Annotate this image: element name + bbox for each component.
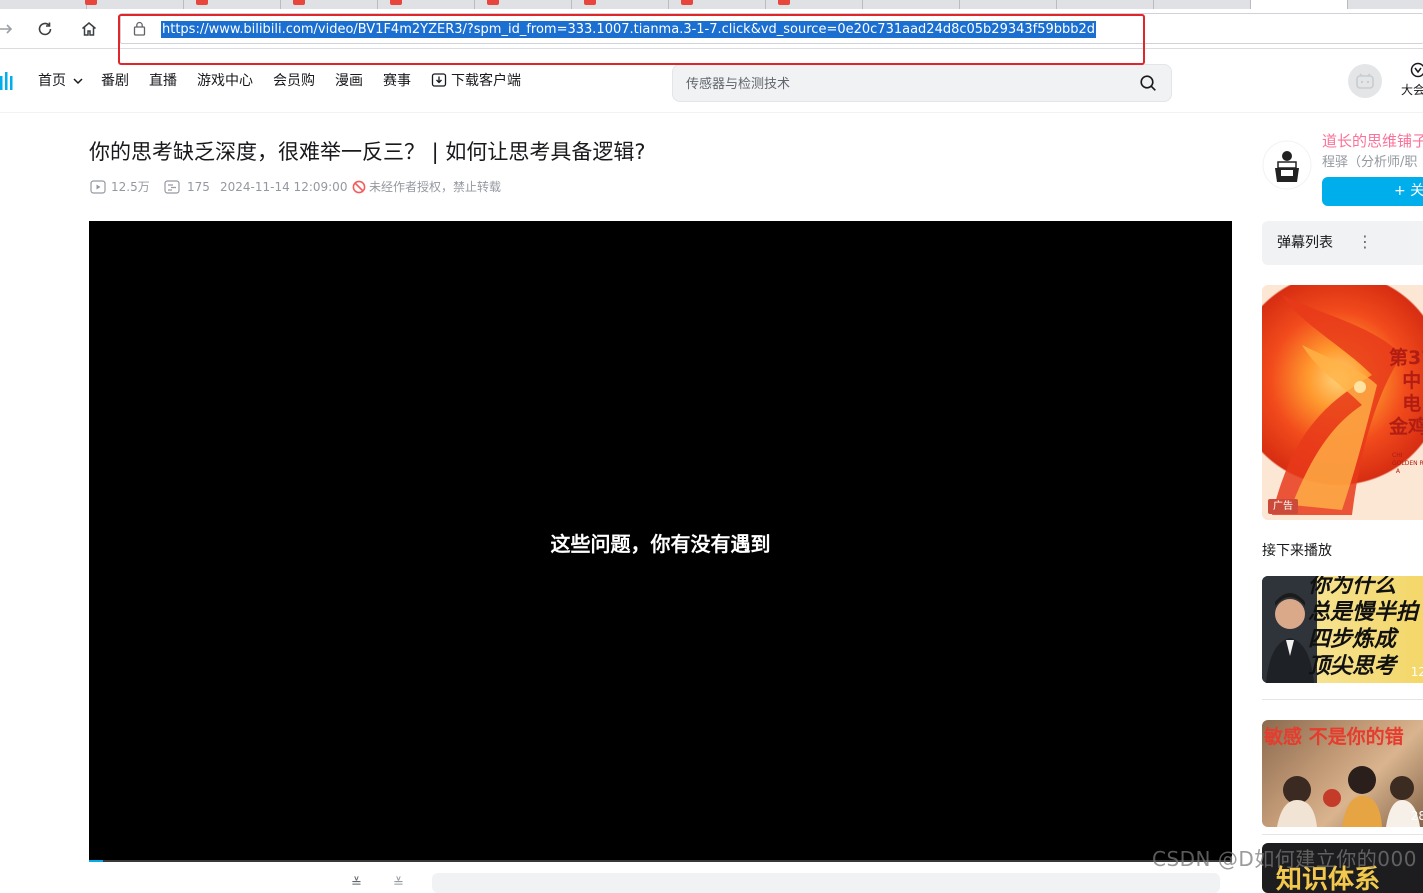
nav-item-member-shop[interactable]: 会员购 <box>273 72 315 90</box>
browser-tab[interactable] <box>1057 0 1154 9</box>
ad-badge: 广告 <box>1268 499 1298 514</box>
thumbnail-caption: 你为什么 总是慢半拍 四步炼成 顶尖思考 <box>1308 576 1418 680</box>
membership-label[interactable]: 大会 <box>1401 83 1423 97</box>
more-options-icon[interactable]: ⋮ <box>1357 233 1373 251</box>
browser-tab-active[interactable] <box>1251 0 1348 9</box>
video-duration: 12 <box>1411 665 1423 679</box>
reload-button[interactable] <box>33 17 57 41</box>
browser-tab[interactable] <box>281 0 378 9</box>
nav-item-anime[interactable]: 番剧 <box>101 72 129 90</box>
video-duration: 28 <box>1411 809 1423 823</box>
follow-button[interactable]: + 关 <box>1322 177 1423 206</box>
browser-toolbar: https://www.bilibili.com/video/BV1F4m2YZ… <box>0 9 1423 49</box>
membership-icon[interactable] <box>1410 62 1423 82</box>
browser-tab[interactable] <box>1154 0 1251 9</box>
home-icon <box>80 20 98 38</box>
copyright-notice: 未经作者授权，禁止转载 <box>352 179 501 195</box>
ad-subtext: CHI GOLDEN R A <box>1392 452 1423 476</box>
browser-tab-strip <box>0 0 1423 9</box>
danmaku-input[interactable] <box>432 873 1220 893</box>
danmaku-list-panel[interactable]: 弹幕列表 ⋮ <box>1262 221 1423 265</box>
danmaku-settings-icon[interactable]: ≚ <box>393 876 404 891</box>
play-count-icon <box>90 180 106 194</box>
bilibili-logo-icon[interactable] <box>0 70 14 96</box>
home-button[interactable] <box>77 17 101 41</box>
video-title: 你的思考缺乏深度，很难举一反三？ | 如何让思考具备逻辑? <box>89 137 646 167</box>
browser-tab[interactable] <box>0 0 87 9</box>
up-next-heading: 接下来播放 <box>1262 542 1332 560</box>
browser-tab[interactable] <box>669 0 766 9</box>
highlight-annotation-box <box>118 14 1145 65</box>
nav-item-download-client[interactable]: 下载客户端 <box>431 72 521 90</box>
video-player[interactable]: 这些问题，你有没有遇到 <box>89 221 1232 862</box>
browser-tab[interactable] <box>572 0 669 9</box>
browser-tab[interactable] <box>863 0 960 9</box>
danmaku-count: 175 <box>164 179 210 195</box>
recommended-video-thumbnail[interactable]: 你为什么 总是慢半拍 四步炼成 顶尖思考 12 <box>1262 576 1423 683</box>
danmaku-list-title: 弹幕列表 <box>1277 234 1333 252</box>
divider <box>1262 834 1423 835</box>
ad-headline: 第37 中 电 金鸡 <box>1389 347 1423 439</box>
browser-tab[interactable] <box>184 0 281 9</box>
nav-item-manga[interactable]: 漫画 <box>335 72 363 90</box>
browser-tab[interactable] <box>378 0 475 9</box>
nav-item-live[interactable]: 直播 <box>149 72 177 90</box>
forbidden-icon <box>352 180 366 194</box>
uploader-description: 程驿（分析师/职 <box>1322 154 1417 172</box>
browser-tab[interactable] <box>960 0 1057 9</box>
video-subtitle: 这些问题，你有没有遇到 <box>89 531 1232 557</box>
uploader-avatar[interactable] <box>1262 140 1312 190</box>
browser-tab[interactable] <box>766 0 863 9</box>
download-icon <box>431 72 447 88</box>
danmaku-bar: ≚ ≚ <box>89 864 1232 886</box>
search-icon[interactable] <box>1139 74 1157 96</box>
recommended-video-thumbnail[interactable]: 敏感 不是你的错 28 <box>1262 720 1423 827</box>
publish-date: 2024-11-14 12:09:00 <box>220 179 347 195</box>
danmaku-icon <box>164 180 180 194</box>
forward-button[interactable] <box>0 17 18 41</box>
view-count: 12.5万 <box>90 179 150 195</box>
arrow-right-icon <box>0 20 15 38</box>
danmaku-toggle-icon[interactable]: ≚ <box>351 876 362 891</box>
divider <box>1262 699 1423 700</box>
csdn-watermark: CSDN @D如何建立你的000 <box>1152 846 1417 872</box>
progress-bar-fill <box>89 860 103 862</box>
browser-tab[interactable] <box>87 0 184 9</box>
uploader-name[interactable]: 道长的思维铺子 <box>1322 131 1423 151</box>
user-avatar[interactable] <box>1348 64 1382 102</box>
nav-item-game-center[interactable]: 游戏中心 <box>197 72 253 90</box>
chevron-down-icon <box>73 77 83 85</box>
progress-bar[interactable] <box>89 860 1232 862</box>
nav-item-esports[interactable]: 赛事 <box>383 72 411 90</box>
thumbnail-caption: 敏感 不是你的错 <box>1264 726 1404 748</box>
ad-card[interactable]: 第37 中 电 金鸡 CHI GOLDEN R A 广告 <box>1262 285 1423 520</box>
reload-icon <box>36 20 54 38</box>
search-box <box>672 64 1172 102</box>
browser-tab[interactable] <box>475 0 572 9</box>
search-input[interactable] <box>686 74 1116 94</box>
nav-item-home[interactable]: 首页 <box>38 72 83 90</box>
